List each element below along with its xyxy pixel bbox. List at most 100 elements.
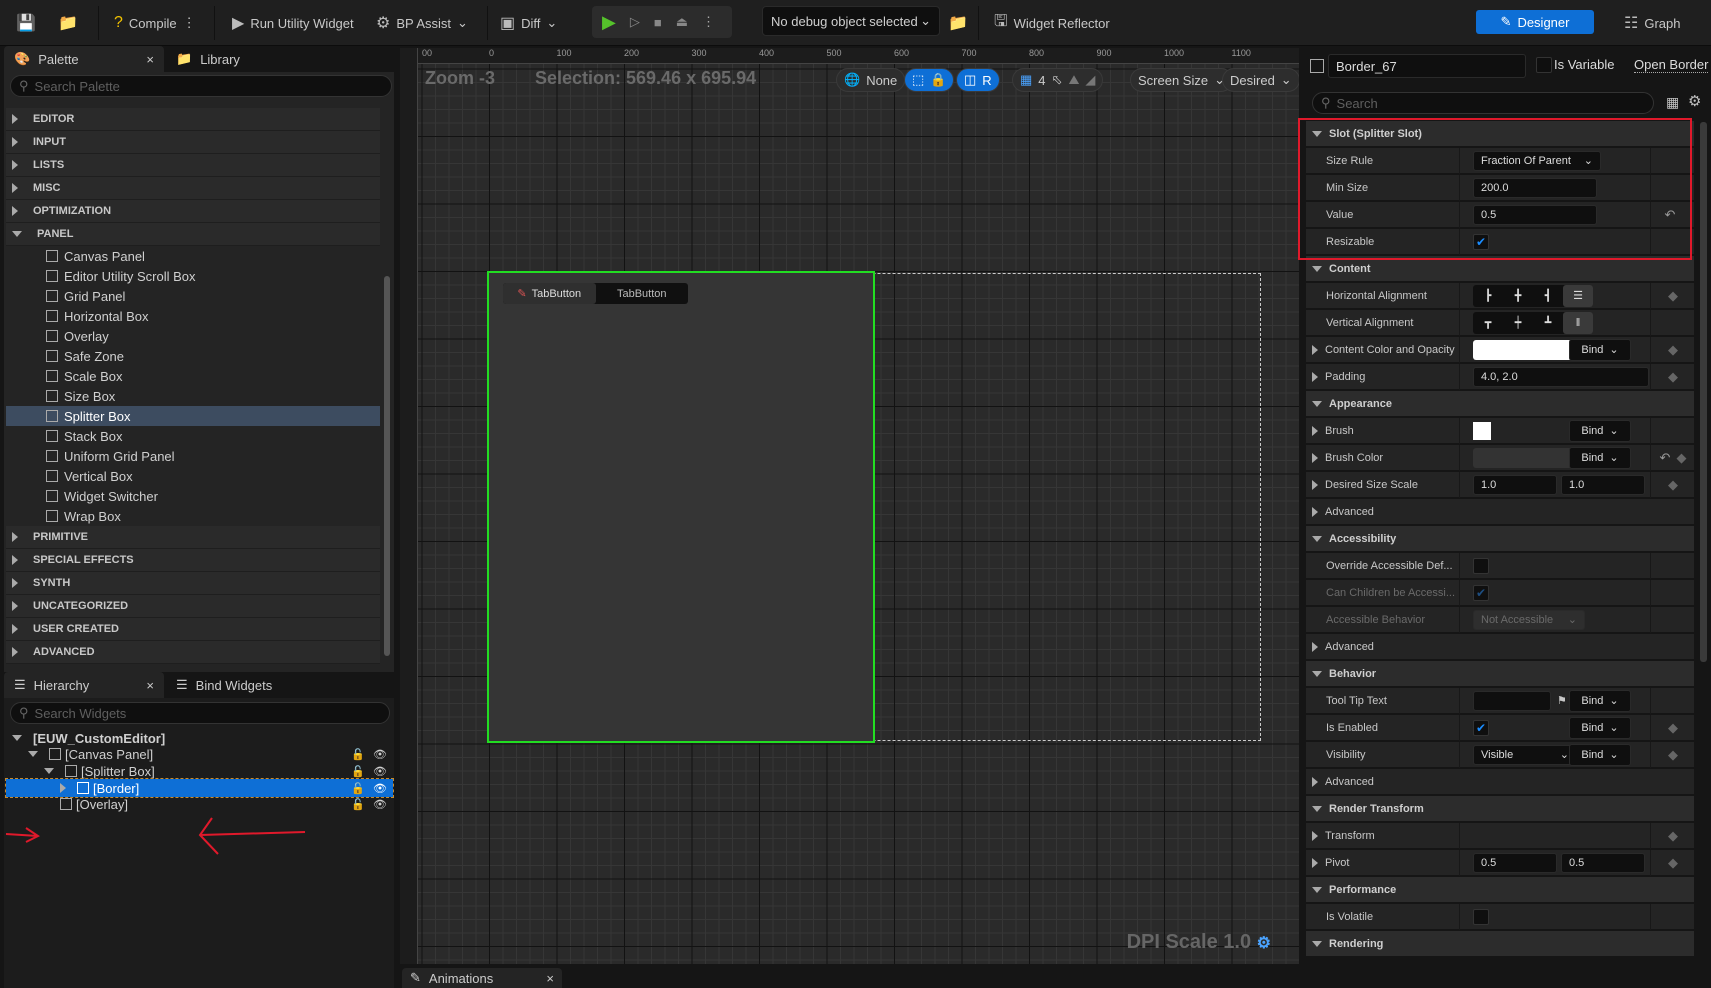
browse-button[interactable]: 📁 (58, 9, 78, 37)
palette-item[interactable]: Stack Box (6, 426, 380, 446)
unlock-icon[interactable]: 🔓 (351, 782, 365, 795)
palette-item[interactable]: Safe Zone (6, 346, 380, 366)
hierarchy-search-input[interactable] (34, 705, 368, 721)
stop-icon[interactable]: ■ (654, 15, 662, 30)
section-header[interactable]: Rendering (1306, 931, 1694, 957)
tooltip-text-field[interactable] (1473, 690, 1551, 711)
tab-animations[interactable]: ✎ Animations × (402, 968, 562, 988)
palette-category-panel[interactable]: PANEL (6, 223, 380, 246)
screen-size-dropdown[interactable]: Screen Size ⌄ (1130, 68, 1233, 92)
palette-item[interactable]: Widget Switcher (6, 486, 380, 506)
tab-palette[interactable]: 🎨 Palette × (4, 46, 164, 72)
palette-item[interactable]: Wrap Box (6, 506, 380, 526)
debug-browse-button[interactable]: 📁 (948, 9, 968, 37)
compile-options-icon[interactable]: ⋮ (183, 15, 196, 31)
open-border-link[interactable]: Open Border (1634, 57, 1709, 73)
eye-icon[interactable]: 👁 (373, 748, 387, 761)
dropdown[interactable]: Not Accessible ⌄ (1473, 609, 1585, 630)
table-view-icon[interactable]: ▦ (1666, 94, 1679, 111)
add-keyframe-icon[interactable]: ◆ (1668, 828, 1678, 844)
checkbox[interactable] (1473, 908, 1489, 925)
align-center-icon[interactable]: ╋ (1503, 285, 1533, 307)
tab-library[interactable]: 📁 Library (166, 46, 250, 72)
palette-search-input[interactable] (34, 78, 370, 94)
section-header[interactable]: Render Transform (1306, 796, 1694, 822)
tab-button[interactable]: ✎ TabButton (503, 283, 596, 304)
number-field[interactable]: 1.0 (1561, 474, 1645, 495)
number-field[interactable]: 0.5 (1473, 852, 1557, 873)
grid-snap-toggle[interactable]: ▦ 4 ⬁ ⛰ ◢ (1012, 68, 1104, 92)
palette-category[interactable]: INPUT (6, 131, 380, 154)
align-middle-icon[interactable]: ┿ (1503, 312, 1533, 334)
add-keyframe-icon[interactable]: ◆ (1668, 369, 1678, 385)
palette-item[interactable]: Size Box (6, 386, 380, 406)
fill-screen-dropdown[interactable]: Desired ⌄ (1222, 68, 1299, 92)
designer-canvas[interactable]: ✎ TabButton TabButton 00 0 100 200 300 400 500 6… (400, 48, 1299, 964)
palette-category[interactable]: ADVANCED (6, 641, 380, 664)
details-scrollbar[interactable] (1700, 122, 1707, 662)
expand-arrow-icon[interactable] (1312, 371, 1318, 382)
localization-flag-icon[interactable]: ⚑ (1557, 694, 1567, 707)
palette-category[interactable]: OPTIMIZATION (6, 200, 380, 223)
palette-item[interactable]: Horizontal Box (6, 306, 380, 326)
palette-item[interactable]: Overlay (6, 326, 380, 346)
section-header[interactable]: Accessibility (1306, 526, 1694, 552)
section-header[interactable]: Behavior (1306, 661, 1694, 687)
section-header[interactable]: Performance (1306, 877, 1694, 903)
bp-assist-button[interactable]: ⚙ BP Assist ⌄ (376, 9, 468, 37)
padding-field[interactable]: 4.0, 2.0 (1473, 366, 1649, 387)
close-icon[interactable]: × (146, 678, 154, 693)
palette-category[interactable]: EDITOR (6, 108, 380, 131)
palette-item[interactable]: Uniform Grid Panel (6, 446, 380, 466)
unlock-icon[interactable]: 🔓 (351, 798, 365, 811)
collapse-arrow-icon[interactable] (12, 735, 22, 741)
widget-reflector-button[interactable]: 🖫 Widget Reflector (994, 9, 1110, 37)
palette-category[interactable]: SYNTH (6, 572, 380, 595)
palette-search[interactable]: ⚲ (10, 75, 392, 97)
debug-object-dropdown[interactable]: No debug object selected ⌄ (762, 6, 940, 36)
more-options-icon[interactable]: ⋮ (702, 14, 715, 30)
advanced-subsection[interactable]: Advanced (1306, 769, 1694, 795)
eye-icon[interactable]: 👁 (373, 765, 387, 778)
diff-button[interactable]: ▣ Diff ⌄ (500, 9, 557, 37)
expand-arrow-icon[interactable] (1312, 344, 1318, 355)
checkbox[interactable]: ✔ (1473, 584, 1489, 601)
details-search-input[interactable] (1336, 95, 1636, 111)
advanced-subsection[interactable]: Advanced (1306, 634, 1694, 660)
settings-gear-icon[interactable]: ⚙ (1688, 92, 1701, 110)
bind-dropdown[interactable]: Bind ⌄ (1569, 716, 1631, 739)
tab-hierarchy[interactable]: ☰ Hierarchy × (4, 672, 164, 698)
details-search[interactable]: ⚲ (1312, 92, 1654, 114)
bind-dropdown[interactable]: Bind ⌄ (1569, 446, 1631, 469)
add-keyframe-icon[interactable]: ◆ (1676, 450, 1686, 466)
palette-item[interactable]: Splitter Box (6, 406, 380, 426)
widget-name-field[interactable]: Border_67 (1328, 54, 1526, 78)
compile-button[interactable]: ? Compile ⋮ (114, 9, 196, 37)
expand-arrow-icon[interactable] (1312, 452, 1318, 463)
localization-preview-button[interactable]: 🌐 None (836, 68, 906, 92)
brush-swatch[interactable] (1473, 421, 1491, 440)
advanced-subsection[interactable]: Advanced (1306, 499, 1694, 525)
expand-arrow-icon[interactable] (1312, 479, 1318, 490)
palette-scrollbar[interactable] (384, 276, 390, 656)
add-keyframe-icon[interactable]: ◆ (1668, 720, 1678, 736)
checkbox[interactable] (1473, 557, 1489, 574)
outline-lock-toggle[interactable]: ⬚ 🔒 (904, 68, 955, 92)
palette-item[interactable]: Canvas Panel (6, 246, 380, 266)
close-icon[interactable]: × (546, 971, 554, 986)
palette-item[interactable]: Scale Box (6, 366, 380, 386)
align-right-icon[interactable]: ┫ (1533, 285, 1563, 307)
is-variable-checkbox[interactable] (1536, 57, 1552, 73)
add-keyframe-icon[interactable]: ◆ (1668, 477, 1678, 493)
run-utility-widget-button[interactable]: ▶ Run Utility Widget (232, 9, 354, 37)
align-fill-icon[interactable]: ☰ (1563, 284, 1593, 307)
tree-item[interactable]: [Splitter Box] 🔓 👁 (6, 762, 393, 780)
align-top-icon[interactable]: ┳ (1473, 312, 1503, 334)
palette-item[interactable]: Grid Panel (6, 286, 380, 306)
tab-bind-widgets[interactable]: ☰ Bind Widgets (166, 672, 282, 698)
unlock-icon[interactable]: 🔓 (351, 748, 365, 761)
bind-dropdown[interactable]: Bind ⌄ (1569, 743, 1631, 766)
expand-arrow-icon[interactable] (1312, 425, 1318, 436)
add-keyframe-icon[interactable]: ◆ (1668, 855, 1678, 871)
expand-arrow-icon[interactable] (60, 783, 66, 793)
